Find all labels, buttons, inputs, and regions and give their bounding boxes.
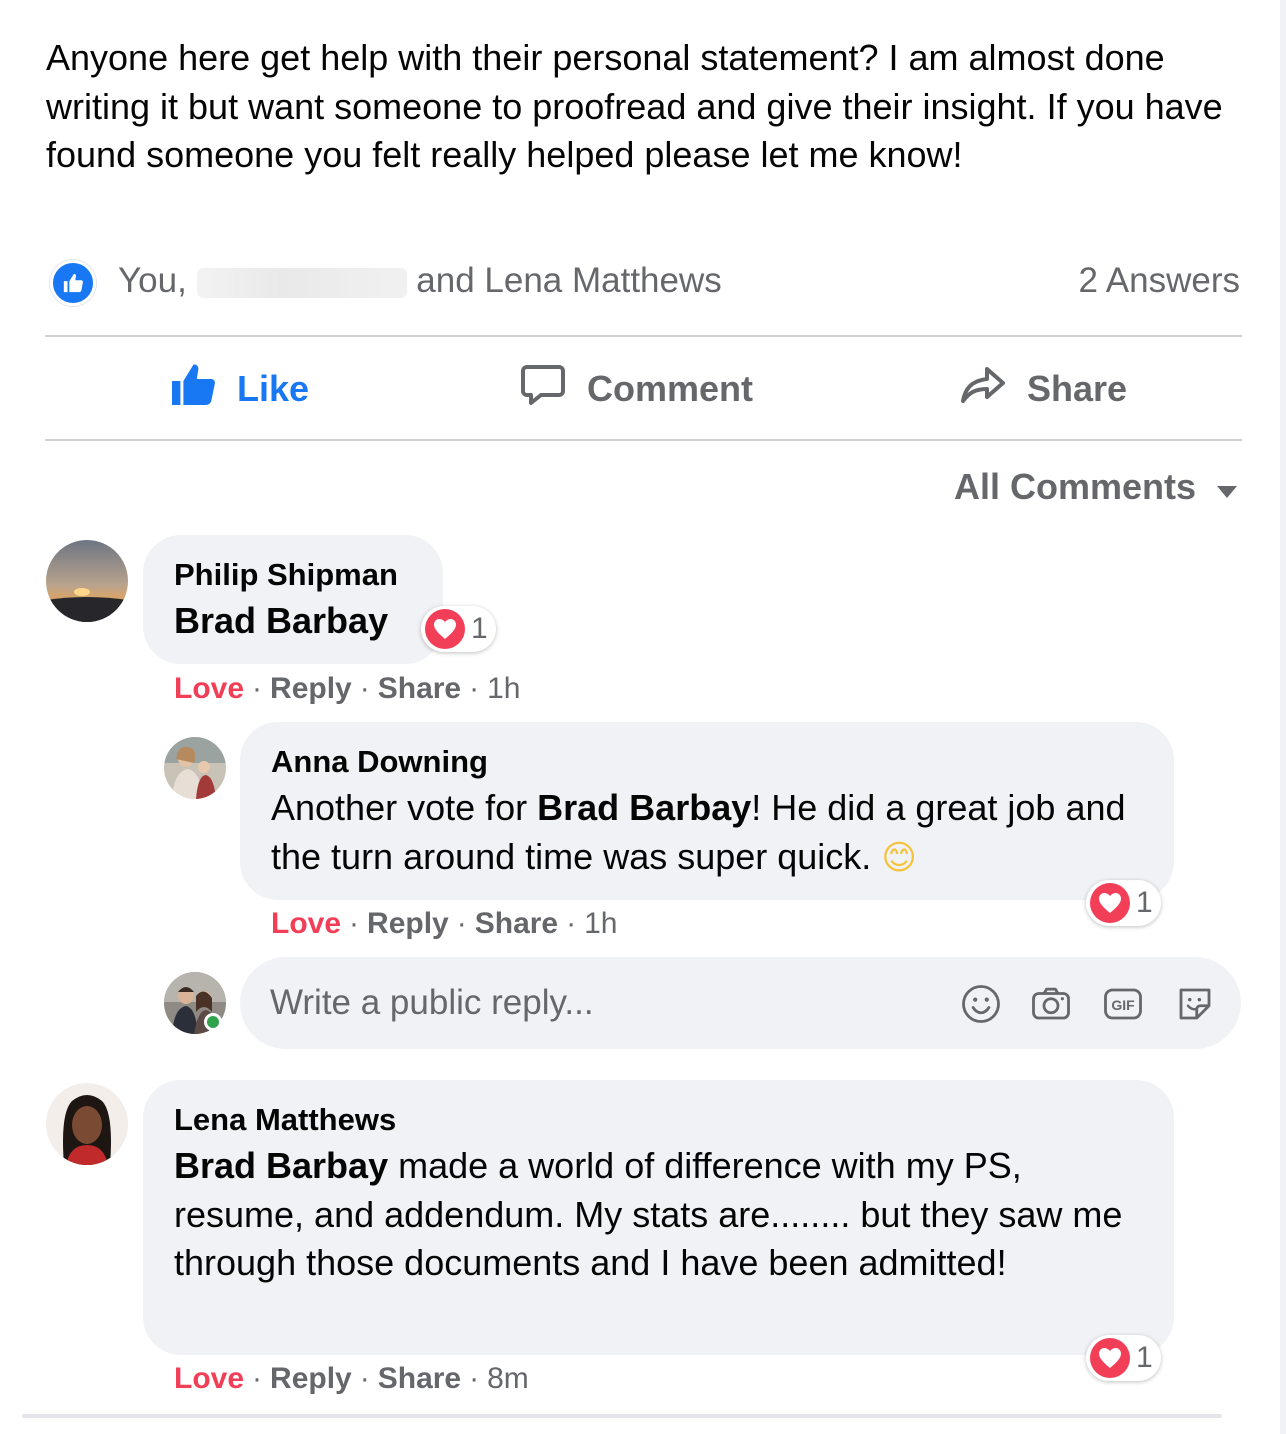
reaction-count-badge[interactable]: 1 [1086, 1335, 1161, 1381]
comment-author[interactable]: Philip Shipman [174, 557, 398, 593]
heart-icon [425, 609, 465, 649]
comment-author[interactable]: Anna Downing [271, 744, 488, 780]
separator: · [252, 1362, 263, 1395]
separator: · [359, 1362, 370, 1395]
comment-text: Brad Barbay made a world of difference w… [174, 1142, 1154, 1288]
timestamp[interactable]: 1h [487, 672, 520, 705]
like-button[interactable]: Like [169, 340, 309, 438]
heart-icon [1090, 1338, 1130, 1378]
page-edge [1280, 0, 1286, 1434]
comment-author[interactable]: Lena Matthews [174, 1102, 396, 1138]
love-button[interactable]: Love [174, 1362, 244, 1395]
separator: · [566, 907, 577, 940]
reaction-count-badge[interactable]: 1 [1086, 880, 1161, 926]
share-comment-button[interactable]: Share [378, 672, 461, 705]
comment-icon [519, 361, 567, 418]
separator: · [469, 672, 480, 705]
comment-text-start: Another vote for [271, 787, 538, 828]
share-label: Share [1027, 368, 1128, 409]
online-status-indicator [204, 1013, 222, 1031]
comment-bubble: Anna Downing Another vote for Brad Barba… [240, 722, 1174, 900]
caret-down-icon [1216, 466, 1238, 508]
reply-button[interactable]: Reply [270, 1362, 352, 1395]
sort-label: All Comments [953, 466, 1196, 507]
love-button[interactable]: Love [174, 672, 244, 705]
smiling-emoji-icon: 😊 [881, 837, 917, 878]
reaction-count: 1 [1136, 1341, 1153, 1374]
share-button[interactable]: Share [959, 340, 1127, 438]
heart-icon [1090, 883, 1130, 923]
comment-meta: Love · Reply · Share · 8m [174, 1362, 529, 1396]
reply-input[interactable] [270, 957, 920, 1049]
mention-link[interactable]: Brad Barbay [174, 1145, 388, 1186]
share-icon [959, 361, 1007, 418]
divider [45, 439, 1242, 441]
redacted-name [196, 268, 407, 298]
separator: · [359, 672, 370, 705]
share-comment-button[interactable]: Share [475, 907, 558, 940]
sticker-icon[interactable] [1174, 983, 1216, 1025]
timestamp[interactable]: 1h [584, 907, 617, 940]
next-item-edge [22, 1414, 1222, 1418]
reply-button[interactable]: Reply [367, 907, 449, 940]
reactors-prefix: You, [118, 261, 187, 300]
timestamp[interactable]: 8m [487, 1362, 529, 1395]
reaction-count: 1 [1136, 886, 1153, 919]
comment-label: Comment [587, 368, 754, 409]
reply-button[interactable]: Reply [270, 672, 352, 705]
divider [45, 335, 1242, 337]
avatar[interactable] [46, 540, 128, 622]
camera-icon[interactable] [1030, 983, 1072, 1025]
comment-bubble: Philip Shipman Brad Barbay [143, 535, 443, 664]
post-actions: Like Comment Share [45, 340, 1242, 438]
mention-link[interactable]: Brad Barbay [537, 787, 751, 828]
comment-button[interactable]: Comment [519, 340, 753, 438]
reaction-count: 1 [471, 612, 488, 645]
gif-icon[interactable]: GIF [1102, 983, 1144, 1025]
separator: · [456, 907, 467, 940]
comment-meta: Love · Reply · Share · 1h [271, 907, 618, 941]
like-icon [50, 260, 96, 306]
emoji-icon[interactable] [960, 983, 1002, 1025]
comment-meta: Love · Reply · Share · 1h [174, 672, 521, 706]
post-text: Anyone here get help with their personal… [46, 37, 1223, 175]
reactions-summary[interactable]: You, and Lena Matthews 2 Answers [46, 256, 1242, 310]
mention-link[interactable]: Brad Barbay [174, 597, 388, 646]
like-label: Like [237, 368, 310, 409]
avatar[interactable] [164, 737, 226, 799]
svg-text:GIF: GIF [1111, 997, 1135, 1013]
comment-bubble: Lena Matthews Brad Barbay made a world o… [143, 1080, 1174, 1355]
reactors-text[interactable]: You, and Lena Matthews [118, 261, 722, 301]
separator: · [252, 672, 263, 705]
reply-composer[interactable]: GIF [240, 957, 1241, 1049]
avatar[interactable] [46, 1083, 128, 1165]
love-button[interactable]: Love [271, 907, 341, 940]
separator: · [469, 1362, 480, 1395]
separator: · [349, 907, 360, 940]
answers-count[interactable]: 2 Answers [1079, 261, 1240, 301]
comment-text: Another vote for Brad Barbay! He did a g… [271, 784, 1151, 882]
share-comment-button[interactable]: Share [378, 1362, 461, 1395]
comment-sort-dropdown[interactable]: All Comments [954, 466, 1238, 508]
reactors-suffix: and Lena Matthews [416, 261, 722, 300]
thumbs-up-icon [169, 361, 217, 418]
reaction-count-badge[interactable]: 1 [421, 606, 496, 652]
